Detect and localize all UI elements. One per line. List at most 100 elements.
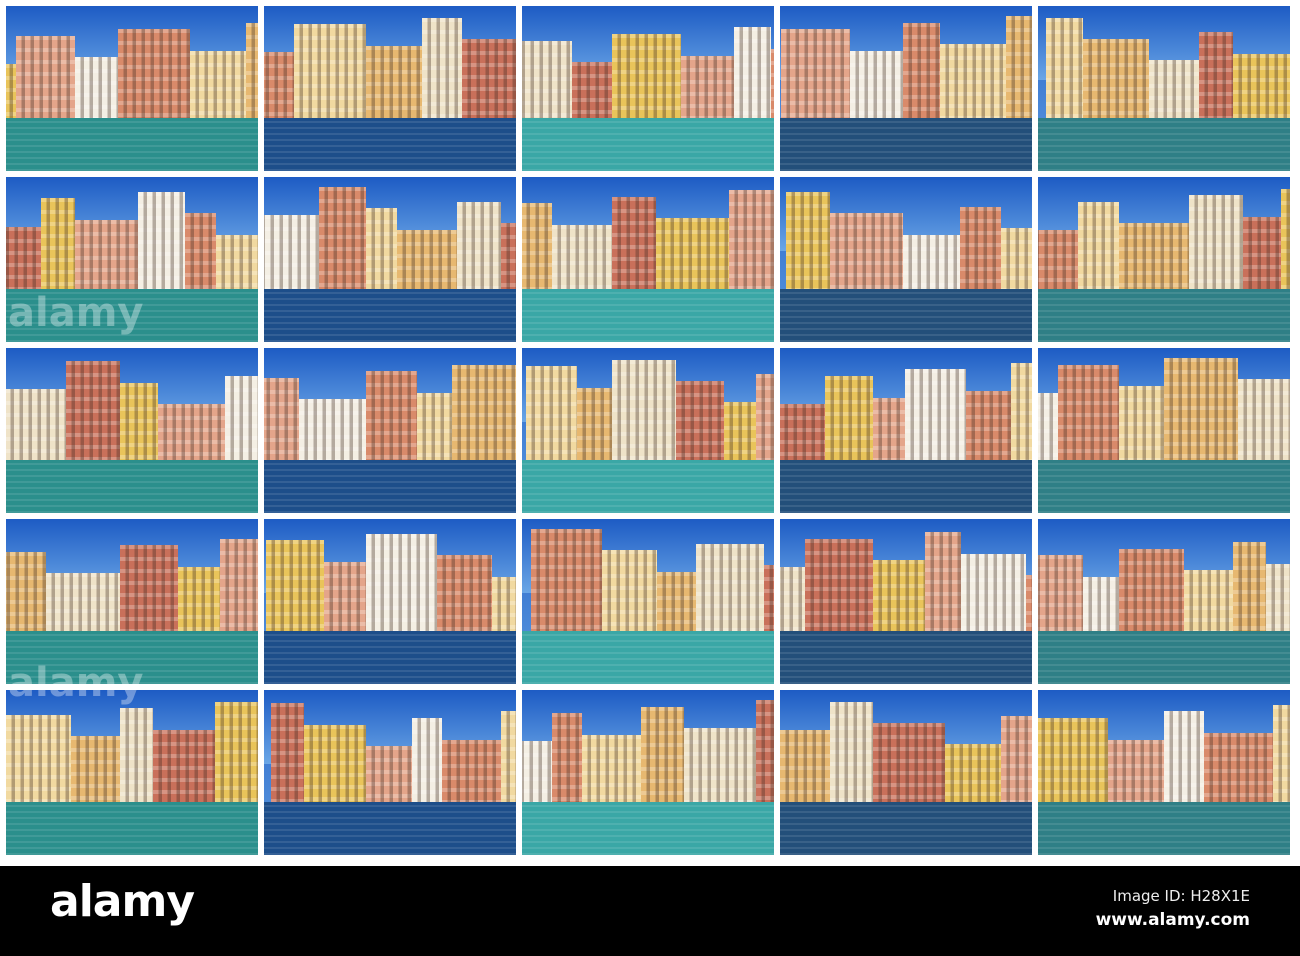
building — [905, 369, 966, 464]
building — [602, 550, 657, 635]
canal-water — [1038, 460, 1290, 513]
building — [6, 226, 41, 293]
canal-water — [264, 460, 516, 513]
venice-photo-tile — [522, 519, 774, 684]
canal-water — [522, 460, 774, 513]
building — [756, 374, 774, 464]
canal-water — [522, 631, 774, 684]
building — [452, 364, 516, 464]
building — [724, 402, 756, 464]
venice-photo-tile — [264, 348, 516, 513]
building — [873, 560, 925, 635]
building — [940, 43, 1006, 122]
building — [216, 234, 258, 293]
building — [612, 196, 656, 293]
canal-water — [6, 460, 258, 513]
building — [676, 381, 724, 464]
building — [681, 55, 734, 122]
venice-photo-tile — [522, 6, 774, 171]
building — [764, 565, 774, 635]
venice-photo-tile — [264, 6, 516, 171]
building — [729, 190, 774, 293]
photo-collage-grid — [6, 6, 1294, 859]
building — [612, 34, 681, 122]
building — [417, 392, 452, 464]
building — [6, 714, 71, 806]
building — [1273, 704, 1290, 806]
building — [366, 45, 422, 122]
building — [1189, 195, 1243, 293]
building — [264, 377, 299, 464]
venice-photo-tile — [1038, 519, 1290, 684]
building — [6, 389, 66, 464]
building — [1001, 716, 1032, 806]
building — [960, 206, 1001, 293]
building — [903, 22, 940, 122]
building — [457, 201, 501, 293]
website-link[interactable]: www.alamy.com — [1096, 910, 1250, 930]
footer-bar: alamy Image ID: H28X1E www.alamy.com — [0, 866, 1300, 956]
building — [120, 545, 178, 635]
canal-water — [264, 631, 516, 684]
building — [903, 234, 960, 293]
building — [190, 50, 246, 122]
building — [572, 62, 612, 122]
building — [220, 538, 258, 635]
canal-water — [1038, 289, 1290, 342]
venice-photo-tile — [6, 6, 258, 171]
building — [552, 713, 582, 806]
building — [1083, 39, 1149, 122]
building — [75, 219, 138, 293]
building — [294, 24, 366, 122]
building — [1243, 216, 1281, 293]
building — [825, 376, 873, 464]
building — [412, 718, 442, 806]
building — [531, 528, 602, 635]
building — [734, 27, 771, 122]
building — [756, 699, 774, 806]
venice-photo-tile — [264, 519, 516, 684]
building — [1164, 357, 1238, 464]
building — [319, 186, 366, 293]
building — [246, 22, 258, 122]
canal-water — [6, 802, 258, 855]
building — [6, 63, 16, 122]
building — [961, 553, 1026, 635]
building — [271, 703, 304, 806]
building — [552, 224, 612, 293]
building — [1119, 385, 1164, 464]
building — [1078, 201, 1119, 293]
canal-water — [522, 118, 774, 171]
building — [1233, 53, 1290, 122]
venice-photo-tile — [522, 348, 774, 513]
building — [71, 736, 120, 806]
building — [945, 744, 1001, 806]
canal-water — [6, 118, 258, 171]
building — [1119, 223, 1189, 293]
building — [153, 729, 215, 806]
canal-water — [522, 802, 774, 855]
building — [577, 387, 612, 464]
building — [966, 390, 1011, 464]
canal-water — [1038, 802, 1290, 855]
building — [442, 739, 501, 806]
building — [805, 538, 873, 635]
building — [299, 399, 366, 464]
building — [492, 576, 516, 635]
building — [696, 543, 764, 635]
building — [16, 35, 75, 122]
canal-water — [780, 631, 1032, 684]
building — [324, 561, 366, 635]
building — [1238, 379, 1290, 464]
building — [366, 371, 417, 464]
venice-photo-tile — [1038, 177, 1290, 342]
venice-photo-tile — [6, 690, 258, 855]
building — [780, 566, 805, 635]
building — [1266, 563, 1290, 635]
building — [1119, 548, 1184, 635]
building — [873, 397, 905, 464]
canal-water — [780, 460, 1032, 513]
building — [422, 17, 462, 122]
venice-photo-tile — [522, 690, 774, 855]
building — [656, 218, 729, 293]
